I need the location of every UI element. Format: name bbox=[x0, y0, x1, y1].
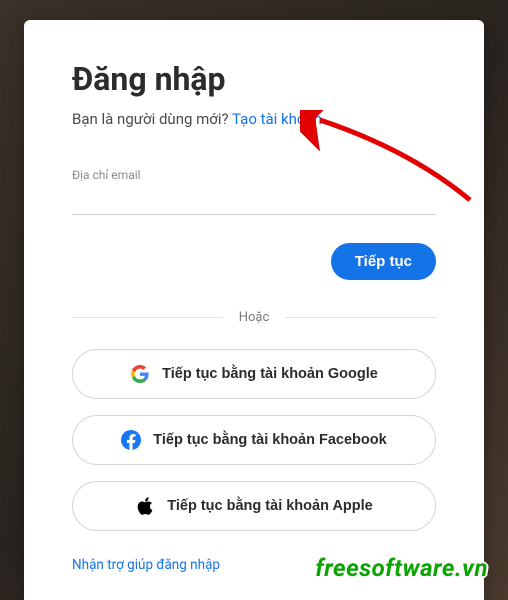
login-help-link[interactable]: Nhận trợ giúp đăng nhập bbox=[72, 557, 220, 573]
new-user-prompt: Bạn là người dùng mới? Tạo tài khoản bbox=[72, 110, 436, 128]
facebook-icon bbox=[121, 430, 141, 450]
google-signin-button[interactable]: Tiếp tục bằng tài khoản Google bbox=[72, 349, 436, 399]
apple-signin-label: Tiếp tục bằng tài khoản Apple bbox=[167, 498, 372, 514]
new-user-text: Bạn là người dùng mới? bbox=[72, 110, 232, 128]
continue-button[interactable]: Tiếp tục bbox=[331, 243, 436, 280]
facebook-signin-button[interactable]: Tiếp tục bằng tài khoản Facebook bbox=[72, 415, 436, 465]
continue-row: Tiếp tục bbox=[72, 243, 436, 280]
email-input[interactable] bbox=[72, 186, 436, 215]
google-icon bbox=[130, 364, 150, 384]
google-signin-label: Tiếp tục bằng tài khoản Google bbox=[162, 366, 378, 382]
login-modal: Đăng nhập Bạn là người dùng mới? Tạo tài… bbox=[24, 20, 484, 600]
create-account-link[interactable]: Tạo tài khoản bbox=[232, 110, 322, 128]
apple-icon bbox=[135, 496, 155, 516]
apple-signin-button[interactable]: Tiếp tục bằng tài khoản Apple bbox=[72, 481, 436, 531]
divider: Hoặc bbox=[72, 310, 436, 325]
page-title: Đăng nhập bbox=[72, 60, 436, 98]
facebook-signin-label: Tiếp tục bằng tài khoản Facebook bbox=[153, 432, 386, 448]
divider-text: Hoặc bbox=[223, 310, 286, 325]
email-label: Địa chỉ email bbox=[72, 168, 436, 182]
email-field-group: Địa chỉ email bbox=[72, 168, 436, 215]
